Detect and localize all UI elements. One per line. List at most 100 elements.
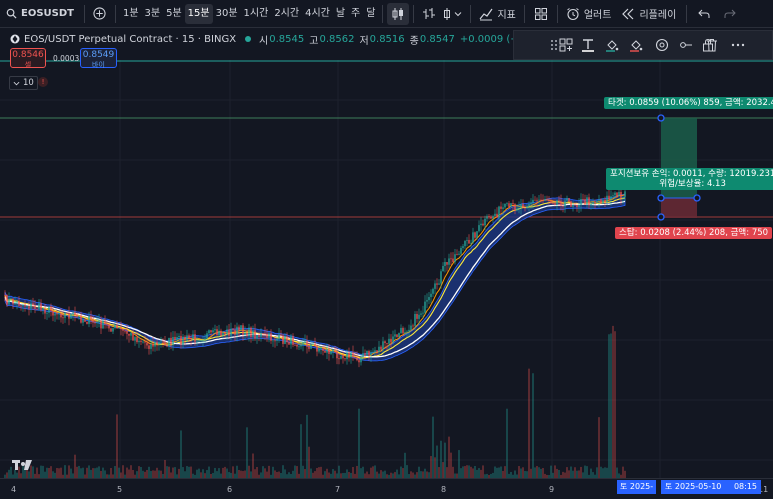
candle-body [162,341,164,343]
candle-body [290,336,292,345]
timeframe-5[interactable]: 1시간 [241,4,272,24]
candle-body [488,216,490,217]
price-chart[interactable] [0,0,773,498]
volume-bar [448,436,450,478]
fill-color-button[interactable] [604,37,620,53]
replay-button[interactable]: 리플레이 [615,0,682,28]
buy-button[interactable]: 0.8549 바이 [80,48,117,69]
candle-body [92,319,94,323]
volume-bar [586,466,588,478]
candle-body [464,240,466,247]
volume-bar [422,471,424,478]
symbol-search[interactable]: EOSUSDT [6,0,74,28]
candle-body [144,341,146,343]
crosshair-date: 토 2025-05-10 08:15 [661,480,762,494]
candle-body [350,352,352,358]
candle-outline-icon [444,7,451,20]
volume-bar [434,457,436,478]
candle-body [330,351,332,354]
volume-bar [566,467,568,478]
volume-bar [506,408,508,478]
undo-button[interactable] [691,0,717,28]
volume-bar [466,465,468,478]
candle-body [538,199,540,201]
tradingview-logo [12,460,32,470]
timeframe-9[interactable]: 주 [348,4,363,24]
alert-button[interactable]: 얼러트 [562,0,616,28]
compare-button[interactable] [89,0,111,28]
timeframe-7[interactable]: 4시간 [302,4,333,24]
candle-body [148,345,150,349]
candle-body [390,338,392,343]
candle-body [498,206,500,218]
redo-button[interactable] [717,0,743,28]
volume-bar [310,468,312,478]
layout-button[interactable] [529,0,553,28]
candle-body [294,344,296,346]
candle-body [490,216,492,219]
candle-body [300,344,302,347]
timeframe-1[interactable]: 3분 [142,4,164,24]
timeframe-4[interactable]: 30분 [213,4,241,24]
candle-body [420,313,422,315]
candle-body [240,325,242,331]
timeframe-8[interactable]: 날 [333,4,348,24]
template-button[interactable] [558,37,574,53]
chart-style-dropdown[interactable] [440,0,462,28]
candle-body [468,240,470,244]
indicators-toggle[interactable]: 10 [9,76,38,90]
chart-type-button[interactable] [387,2,410,25]
candle-body [232,328,234,330]
candle-body [10,298,12,300]
indicators-button[interactable]: 지표 [475,0,519,28]
x-tick-4: 4 [11,485,17,494]
sell-button[interactable]: 0.8546 셀 [10,48,46,69]
x-axis[interactable] [0,478,773,499]
replay-label: 리플레이 [639,10,677,21]
chart-title[interactable]: EOS/USDT Perpetual Contract · 15 · BINGX [24,34,236,45]
timeframe-0[interactable]: 1분 [120,4,142,24]
settings-button[interactable] [654,37,670,53]
more-options-button[interactable] [730,37,746,53]
volume-bar [334,470,336,478]
timeframe-2[interactable]: 5분 [163,4,185,24]
volume-bar [500,466,502,478]
candle-body [262,333,264,335]
candle-body [52,310,54,316]
volume-bar [224,466,226,478]
candle-body [212,330,214,333]
volume-bar [296,466,298,478]
timeframe-10[interactable]: 달 [363,4,378,24]
volume-bar [418,466,420,478]
volume-bar [244,470,246,478]
volume-bar [576,470,578,478]
volume-bar [80,468,82,478]
candle-body [20,305,22,307]
volume-bar [248,465,250,478]
volume-bar [444,442,446,478]
trash-icon-wrap[interactable] [704,37,720,53]
volume-bar [184,471,186,478]
volume-bar [314,471,316,478]
volume-bar [122,465,124,478]
candle-body [276,338,278,341]
timeframe-3[interactable]: 15분 [184,3,213,24]
bar-style-button[interactable] [418,0,440,28]
error-indicator[interactable]: ! [38,77,48,87]
candle-body [168,337,170,346]
candle-body [484,218,486,226]
volume-bar [308,446,310,478]
alert-add-button[interactable] [678,37,694,53]
paint-bucket-icon [630,40,643,52]
ma-line-white [4,200,626,358]
stop-color-button[interactable] [628,37,644,53]
candle-body [68,313,70,319]
candle-body [268,333,270,338]
timeframe-6[interactable]: 2시간 [271,4,302,24]
candle-body [548,199,550,202]
volume-bar [590,468,592,478]
volume-bar [30,465,32,478]
candle-body [618,191,620,197]
candle-body [152,343,154,347]
text-color-button[interactable] [580,37,596,53]
